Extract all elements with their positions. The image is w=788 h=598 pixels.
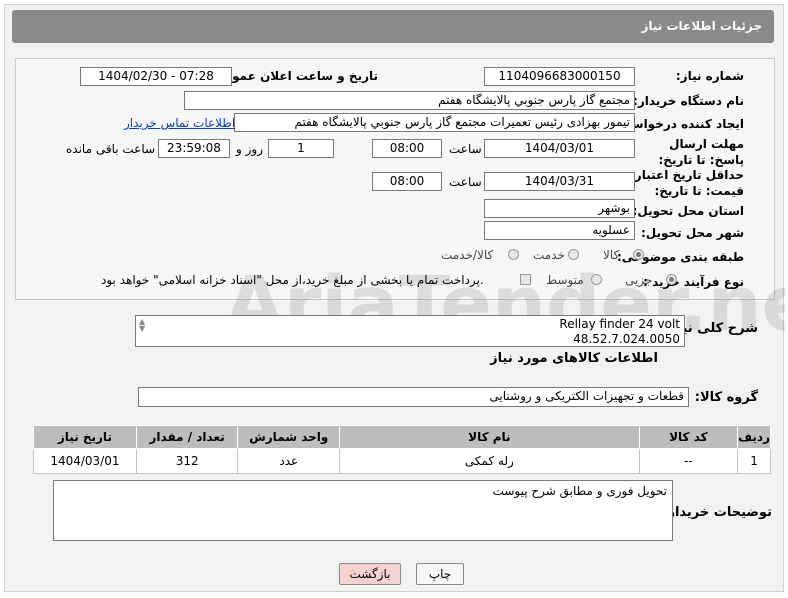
deadline-label: مهلت ارسال پاسخ: تا تاریخ:: [658, 137, 745, 167]
announce-date-field: 1404/02/30 - 07:28: [80, 67, 232, 86]
price-validity-time-field: 08:00: [372, 172, 442, 191]
need-summary-line-2: 48.52.7.024.0050: [573, 332, 680, 346]
col-qty: تعداد / مقدار: [135, 425, 239, 449]
price-validity-date-field: 1404/03/31: [484, 172, 635, 191]
page-title: جزئیات اطلاعات نیاز: [641, 19, 762, 33]
goods-table: ردیف کد کالا نام کالا واحد شمارش تعداد /…: [33, 425, 771, 474]
price-validity-time-label: ساعت: [449, 175, 482, 189]
buyer-notes-label: توضیحات خریدار:: [662, 505, 772, 520]
category-radio-goods-service[interactable]: [508, 249, 519, 260]
goods-section-title: اطلاعات کالاهای مورد نیاز: [490, 351, 658, 366]
goods-group-label: گروه کالا:: [694, 390, 758, 405]
cell-unit: عدد: [237, 448, 341, 474]
treasury-payment-checkbox[interactable]: [520, 274, 531, 285]
buyer-org-field: مجتمع گاز پارس جنوبي پالايشگاه هفتم: [184, 91, 635, 110]
city-label: شهر محل تحویل:: [640, 226, 744, 240]
page-title-bar: جزئیات اطلاعات نیاز: [12, 10, 774, 43]
cell-name: رله کمکی: [339, 448, 640, 474]
treasury-payment-note: پرداخت تمام یا بخشی از مبلغ خرید،از محل …: [101, 273, 484, 287]
process-option-minor: جزیی: [625, 273, 653, 287]
need-summary-line-1: Rellay finder 24 volt: [559, 317, 680, 331]
need-summary-textarea[interactable]: ▲ ▼ Rellay finder 24 volt 48.52.7.024.005…: [135, 315, 685, 347]
remaining-time-field: 23:59:08: [158, 139, 230, 158]
process-radio-minor[interactable]: [666, 274, 677, 285]
back-button[interactable]: بازگشت: [339, 563, 401, 585]
buyer-notes-textarea[interactable]: تحویل فوری و مطابق شرح پیوست: [53, 480, 673, 541]
col-unit: واحد شمارش: [237, 425, 341, 449]
col-name: نام کالا: [339, 425, 640, 449]
category-option-goods-service: کالا/خدمت: [441, 248, 494, 262]
cell-code: --: [638, 448, 739, 474]
col-date: تاریخ نیاز: [33, 425, 137, 449]
announce-date-label: تاریخ و ساعت اعلان عمومی:: [207, 69, 378, 83]
table-row: 1 -- رله کمکی عدد 312 1404/03/01: [33, 448, 771, 474]
cell-date: 1404/03/01: [33, 448, 137, 474]
process-radio-medium[interactable]: [591, 274, 602, 285]
deadline-date-field: 1404/03/01: [484, 139, 635, 158]
days-remaining-field: 1: [268, 139, 334, 158]
province-label: استان محل تحویل:: [632, 204, 744, 218]
process-type-label: نوع فرآیند خرید :: [643, 275, 744, 289]
remaining-time-label: ساعت باقی مانده: [66, 142, 156, 156]
creator-field: تیمور بهزادی رئيس تعميرات مجتمع گاز پارس…: [234, 113, 635, 132]
goods-group-field: قطعات و تجهیزات الکتریکی و روشنایی: [138, 387, 689, 407]
city-field: عسلویه: [484, 221, 635, 240]
deadline-time-field: 08:00: [372, 139, 442, 158]
cell-row: 1: [737, 448, 771, 474]
days-label: روز و: [236, 142, 263, 156]
goods-table-header: ردیف کد کالا نام کالا واحد شمارش تعداد /…: [33, 425, 771, 449]
category-option-goods: کالا: [603, 248, 620, 262]
buyer-contact-link[interactable]: اطلاعات تماس خریدار: [124, 116, 235, 130]
col-code: کد کالا: [638, 425, 739, 449]
need-number-label: شماره نیاز:: [675, 69, 744, 83]
category-radio-service[interactable]: [568, 249, 579, 260]
deadline-time-label: ساعت: [449, 142, 482, 156]
need-number-field: 1104096683000150: [484, 67, 635, 86]
col-row: ردیف: [737, 425, 771, 449]
cell-qty: 312: [135, 448, 239, 474]
buyer-org-label: نام دستگاه خریدار:: [633, 94, 744, 108]
province-field: بوشهر: [484, 199, 635, 218]
process-option-medium: متوسط: [546, 273, 584, 287]
category-option-service: خدمت: [533, 248, 565, 262]
print-button[interactable]: چاپ: [416, 563, 464, 585]
scroll-arrows-icon[interactable]: ▲ ▼: [139, 318, 147, 333]
category-radio-goods[interactable]: [633, 249, 644, 260]
